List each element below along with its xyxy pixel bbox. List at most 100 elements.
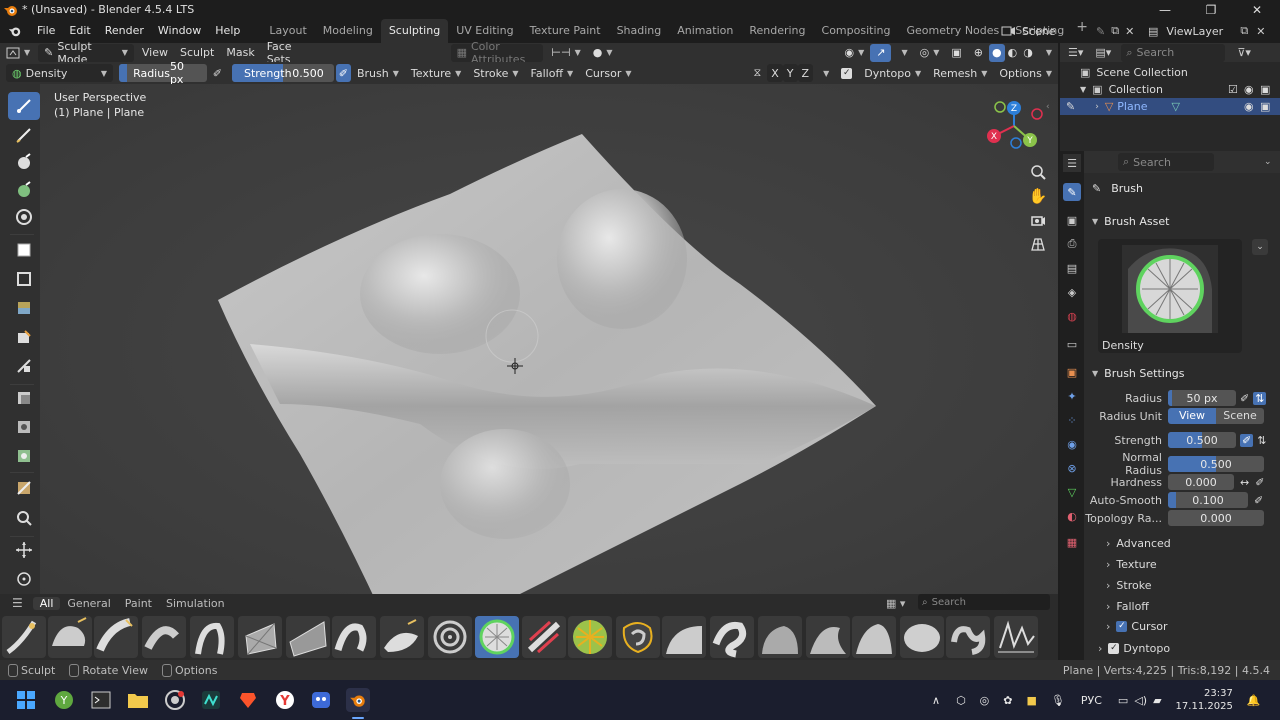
tray-app-icon[interactable]: ■: [1027, 694, 1037, 707]
falloff-dropdown[interactable]: Falloff ▼: [525, 64, 580, 82]
subpanel-cursor[interactable]: › ✓ Cursor: [1106, 620, 1168, 633]
checkbox-checked-icon[interactable]: ✓: [1116, 621, 1128, 632]
brush-asset-thumb[interactable]: [900, 616, 944, 658]
color-attributes-dropdown[interactable]: ▦ Color Attributes: [450, 40, 544, 66]
new-view-layer-icon[interactable]: ⧉: [1240, 24, 1248, 38]
tab-compositing[interactable]: Compositing: [814, 19, 899, 43]
taskbar-app-1[interactable]: Y: [52, 688, 76, 712]
tab-data[interactable]: ▽: [1063, 483, 1081, 501]
subpanel-stroke[interactable]: › Stroke: [1106, 579, 1151, 592]
brush-asset-thumb[interactable]: [380, 616, 424, 658]
tool-face-set-edit[interactable]: [8, 323, 40, 351]
checkbox-icon[interactable]: ☑: [1228, 83, 1238, 96]
3d-viewport[interactable]: User Perspective (1) Plane | Plane Z X Y…: [40, 84, 1058, 610]
tray-app-icon[interactable]: ✿: [1003, 694, 1012, 707]
expand-arrow-icon[interactable]: ›: [1095, 102, 1099, 112]
menu-help[interactable]: Help: [208, 19, 247, 43]
tool-mask[interactable]: [8, 236, 40, 264]
tool-rotate[interactable]: [8, 565, 40, 593]
taskbar-explorer[interactable]: [126, 688, 150, 712]
brush-asset-thumb[interactable]: [568, 616, 612, 658]
brush-asset-thumb[interactable]: [852, 616, 896, 658]
volume-icon[interactable]: ◁): [1134, 694, 1147, 707]
strength-pressure-icon[interactable]: ⇅: [1257, 434, 1266, 447]
brush-asset-thumb[interactable]: [48, 616, 92, 658]
blender-menu-icon[interactable]: [0, 19, 30, 43]
brush-asset-thumb[interactable]: [710, 616, 754, 658]
outliner-editor-icon[interactable]: ☰▾: [1068, 46, 1083, 59]
delete-view-layer-icon[interactable]: ✕: [1256, 25, 1265, 38]
display-mode-icon[interactable]: ▤▾: [1095, 46, 1111, 59]
symmetry-x-toggle[interactable]: X: [767, 64, 783, 82]
brush-selector[interactable]: ◍ Density ▼: [6, 64, 114, 82]
tab-texture[interactable]: ▦: [1063, 533, 1081, 551]
shelf-search-input[interactable]: ⌕ Search: [918, 594, 1050, 610]
pen-pressure-icon[interactable]: ✐: [1240, 392, 1249, 405]
options-dropdown[interactable]: Options ▼: [993, 64, 1058, 82]
radius-unit-scene[interactable]: Scene: [1216, 408, 1264, 424]
start-button[interactable]: [14, 688, 38, 712]
radius-unit-view[interactable]: View: [1168, 408, 1216, 424]
subpanel-falloff[interactable]: › Falloff: [1106, 600, 1149, 613]
tool-layer[interactable]: [8, 203, 40, 231]
tool-move[interactable]: [8, 536, 40, 564]
camera-render-icon[interactable]: ▣: [1260, 83, 1270, 96]
tray-overflow-icon[interactable]: ∧: [932, 694, 940, 707]
tab-scene[interactable]: ◈: [1063, 283, 1081, 301]
tab-constraints[interactable]: ⊗: [1063, 459, 1081, 477]
radius-pressure-toggle[interactable]: ✐: [207, 64, 228, 82]
tab-geometry-nodes[interactable]: Geometry Nodes: [898, 19, 1007, 43]
tool-clay[interactable]: [8, 148, 40, 176]
tab-tool[interactable]: ✎: [1063, 183, 1081, 201]
brush-asset-thumb[interactable]: [2, 616, 46, 658]
tool-draw[interactable]: [8, 92, 40, 120]
texture-dropdown[interactable]: Texture ▼: [405, 64, 467, 82]
chevron-down-icon[interactable]: ⌄: [1264, 157, 1272, 167]
eye-icon[interactable]: ◉: [1244, 83, 1254, 96]
menu-view[interactable]: View: [136, 44, 174, 62]
cursor-dropdown[interactable]: Cursor ▼: [579, 64, 637, 82]
view-layer-selector[interactable]: ▤ ViewLayer ⧉ ✕: [1148, 21, 1278, 41]
tab-shading[interactable]: Shading: [609, 19, 670, 43]
maximize-button[interactable]: ❐: [1188, 0, 1234, 19]
tab-physics[interactable]: ◉: [1063, 435, 1081, 453]
menu-window[interactable]: Window: [151, 19, 208, 43]
pen-pressure-icon[interactable]: ✐: [1255, 476, 1264, 489]
shading-material[interactable]: ◐: [1005, 44, 1021, 62]
horizontal-arrows-icon[interactable]: ↔: [1240, 476, 1249, 489]
scene-selector[interactable]: Scene ✎ ⧉ ✕: [1000, 21, 1140, 41]
plane-row[interactable]: ✎ › ▽ Plane ▽ ◉ ▣: [1060, 98, 1280, 115]
brush-dropdown[interactable]: Brush ▼: [351, 64, 405, 82]
brush-asset-thumb[interactable]: [332, 616, 376, 658]
camera-view-button[interactable]: [1026, 208, 1050, 232]
mode-dropdown[interactable]: ✎ Sculpt Mode ▼: [38, 40, 134, 66]
subpanel-dyntopo[interactable]: › ✓ Dyntopo: [1098, 642, 1170, 655]
taskbar-app-teal[interactable]: [199, 688, 223, 712]
properties-editor-icon[interactable]: ☰: [1063, 154, 1081, 172]
shading-solid[interactable]: ●: [989, 43, 1005, 62]
subpanel-texture[interactable]: › Texture: [1106, 558, 1157, 571]
brush-asset-thumb[interactable]: [522, 616, 566, 658]
clock[interactable]: 23:37 17.11.2025: [1176, 687, 1233, 713]
tab-render[interactable]: ▣: [1063, 211, 1081, 229]
tray-app-icon[interactable]: ◎: [980, 694, 990, 707]
brush-asset-thumb[interactable]: [286, 616, 330, 658]
tab-world[interactable]: ◍: [1063, 307, 1081, 325]
brush-asset-thumb[interactable]: [616, 616, 660, 658]
pen-pressure-icon[interactable]: ✐: [1254, 494, 1263, 507]
brush-asset-thumb[interactable]: [806, 616, 850, 658]
overlay-toggle[interactable]: ◎ ▼: [914, 44, 946, 62]
snap-dropdown[interactable]: ● ▼: [587, 44, 619, 62]
auto-smooth-field[interactable]: 0.100: [1168, 492, 1248, 508]
brush-asset-thumb[interactable]: [94, 616, 138, 658]
navigation-gizmo[interactable]: Z X Y: [980, 96, 1050, 156]
radius-field[interactable]: Radius 50 px: [119, 60, 207, 86]
brush-settings-panel-header[interactable]: ▼ Brush Settings: [1092, 364, 1272, 382]
editor-type-button[interactable]: ▼: [0, 44, 36, 62]
tab-object[interactable]: ▣: [1063, 363, 1081, 381]
notifications-icon[interactable]: 🔔: [1247, 694, 1261, 707]
menu-mask[interactable]: Mask: [220, 44, 260, 62]
expand-arrow-icon[interactable]: ▼: [1080, 85, 1086, 94]
display-icon[interactable]: ▭: [1118, 694, 1128, 707]
tool-mesh-filter[interactable]: [8, 413, 40, 441]
